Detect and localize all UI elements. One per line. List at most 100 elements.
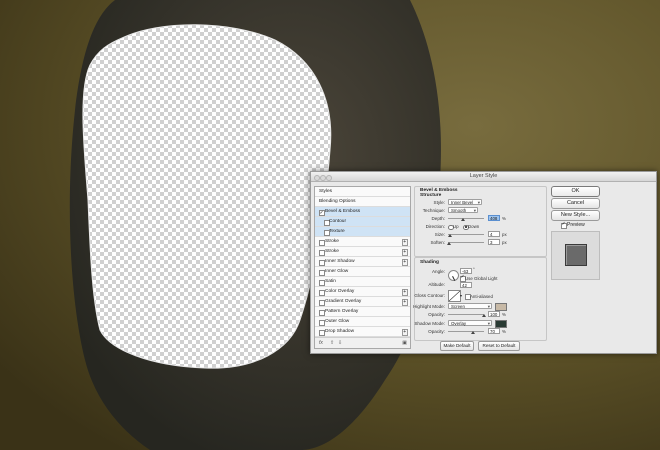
- direction-label: Direction:: [425, 224, 445, 229]
- styles-list: fx ⇧ ⇩ ▣ Styles Blending Options Bevel & E…: [314, 186, 411, 349]
- styles-list-item[interactable]: Contour: [315, 217, 410, 227]
- highlight-opacity-label: Opacity:: [428, 312, 445, 317]
- highlight-opacity-input[interactable]: 100: [488, 311, 500, 317]
- add-effect-icon[interactable]: +: [401, 239, 408, 246]
- styles-list-item[interactable]: Satin: [315, 277, 410, 287]
- styles-list-item-label: Pattern Overlay: [325, 309, 359, 314]
- styles-list-item[interactable]: Blending Options: [315, 197, 410, 207]
- style-checkbox[interactable]: [319, 300, 325, 306]
- size-slider[interactable]: [448, 234, 484, 235]
- add-effect-icon[interactable]: +: [401, 259, 408, 266]
- style-checkbox[interactable]: [319, 280, 325, 286]
- soften-input[interactable]: 3: [488, 239, 500, 245]
- styles-list-item-label: Outer Glow: [325, 319, 350, 324]
- styles-list-item[interactable]: Texture: [315, 227, 410, 237]
- size-input[interactable]: 4: [488, 231, 500, 237]
- altitude-label: Altitude:: [428, 282, 445, 287]
- styles-list-item[interactable]: Gradient Overlay +: [315, 297, 410, 307]
- soften-unit: px: [502, 239, 507, 245]
- highlight-opacity-slider[interactable]: [448, 314, 484, 315]
- shadow-opacity-thumb[interactable]: [471, 331, 476, 334]
- styles-list-item-label: Drop Shadow: [325, 329, 355, 334]
- highlight-opacity-thumb[interactable]: [482, 314, 486, 317]
- styles-list-item[interactable]: Stroke +: [315, 237, 410, 247]
- layer-style-dialog: Layer Style fx ⇧ ⇩ ▣ Styles Blending Opti…: [310, 171, 657, 354]
- ok-button[interactable]: OK: [551, 186, 600, 197]
- style-checkbox[interactable]: [319, 250, 325, 256]
- dialog-titlebar: Layer Style: [311, 172, 656, 182]
- contour-dropdown-arrow-icon[interactable]: ▾: [460, 293, 462, 298]
- shadow-mode-dropdown[interactable]: Overlay: [448, 320, 492, 327]
- shadow-opacity-slider[interactable]: [448, 331, 484, 332]
- style-preview-thumbnail: [551, 231, 600, 280]
- highlight-color-swatch[interactable]: [495, 303, 507, 311]
- depth-label: Depth:: [431, 216, 445, 221]
- zoom-icon[interactable]: [326, 174, 332, 181]
- shadow-color-swatch[interactable]: [495, 320, 507, 328]
- style-label: Style:: [433, 200, 446, 205]
- angle-label: Angle:: [431, 269, 445, 274]
- styles-list-item-label: Contour: [329, 219, 347, 224]
- style-checkbox[interactable]: [319, 270, 325, 276]
- depth-slider[interactable]: [448, 218, 484, 219]
- style-checkbox[interactable]: [319, 310, 325, 316]
- add-effect-icon[interactable]: +: [401, 329, 408, 336]
- styles-list-item[interactable]: Bevel & Emboss: [315, 207, 410, 217]
- cancel-button[interactable]: Cancel: [551, 198, 600, 209]
- size-unit: px: [502, 231, 507, 237]
- fx-icon[interactable]: fx: [319, 340, 323, 346]
- highlight-mode-label: Highlight Mode:: [413, 304, 445, 309]
- soften-slider-thumb[interactable]: [447, 242, 452, 245]
- anti-aliased-label: Anti-aliased: [470, 293, 493, 299]
- styles-list-item-label: Texture: [329, 229, 345, 234]
- preview-checkbox[interactable]: [561, 221, 567, 229]
- dialog-title: Layer Style: [469, 173, 498, 179]
- styles-list-item[interactable]: Stroke +: [315, 247, 410, 257]
- style-checkbox[interactable]: [319, 330, 325, 336]
- style-checkbox[interactable]: [319, 240, 325, 246]
- highlight-mode-dropdown[interactable]: Screen: [448, 303, 492, 310]
- styles-list-item-label: Styles: [319, 189, 333, 194]
- contour-curve-icon: [448, 290, 461, 302]
- style-checkbox[interactable]: [319, 290, 325, 296]
- preview-label: Preview: [567, 222, 585, 228]
- bevel-emboss-section: Bevel & Emboss Structure Style: Inner Be…: [414, 186, 547, 257]
- reset-to-default-button[interactable]: Reset to Default: [478, 341, 520, 351]
- bevel-settings-panel: Bevel & Emboss Structure Style: Inner Be…: [413, 186, 547, 351]
- styles-list-item[interactable]: Drop Shadow +: [315, 327, 410, 337]
- use-global-light-label: Use Global Light: [465, 275, 498, 281]
- technique-dropdown[interactable]: Smooth: [448, 207, 478, 214]
- styles-list-item[interactable]: Inner Shadow +: [315, 257, 410, 267]
- new-style-button[interactable]: New Style...: [551, 210, 600, 221]
- soften-slider[interactable]: [448, 242, 484, 243]
- highlight-opacity-unit: %: [502, 311, 506, 317]
- move-down-icon[interactable]: ⇩: [338, 340, 342, 346]
- altitude-input[interactable]: 42: [460, 282, 472, 288]
- size-slider-thumb[interactable]: [447, 234, 452, 237]
- styles-list-item[interactable]: Inner Glow: [315, 267, 410, 277]
- depth-input[interactable]: 408: [488, 215, 500, 221]
- styles-list-item[interactable]: Outer Glow: [315, 317, 410, 327]
- gloss-contour-label: Gloss Contour:: [414, 293, 445, 298]
- style-checkbox[interactable]: [319, 320, 325, 326]
- depth-unit: %: [502, 215, 506, 221]
- shadow-opacity-input[interactable]: 70: [488, 328, 500, 334]
- add-effect-icon[interactable]: +: [401, 299, 408, 306]
- make-default-button[interactable]: Make Default: [440, 341, 474, 351]
- styles-list-item-label: Satin: [325, 279, 336, 284]
- trash-icon[interactable]: ▣: [402, 340, 407, 346]
- styles-list-item-label: Color Overlay: [325, 289, 355, 294]
- styles-list-item[interactable]: Color Overlay +: [315, 287, 410, 297]
- add-effect-icon[interactable]: +: [401, 249, 408, 256]
- styles-list-item[interactable]: Pattern Overlay: [315, 307, 410, 317]
- technique-label: Technique:: [422, 208, 445, 213]
- depth-slider-thumb[interactable]: [460, 218, 465, 221]
- styles-list-item: Styles: [315, 187, 410, 197]
- styles-list-item-label: Gradient Overlay: [325, 299, 362, 304]
- angle-dial-icon[interactable]: [448, 270, 459, 281]
- add-effect-icon[interactable]: +: [401, 289, 408, 296]
- move-up-icon[interactable]: ⇧: [330, 340, 334, 346]
- style-checkbox[interactable]: [319, 260, 325, 266]
- style-dropdown[interactable]: Inner Bevel: [448, 199, 482, 206]
- style-checkbox[interactable]: [319, 208, 325, 217]
